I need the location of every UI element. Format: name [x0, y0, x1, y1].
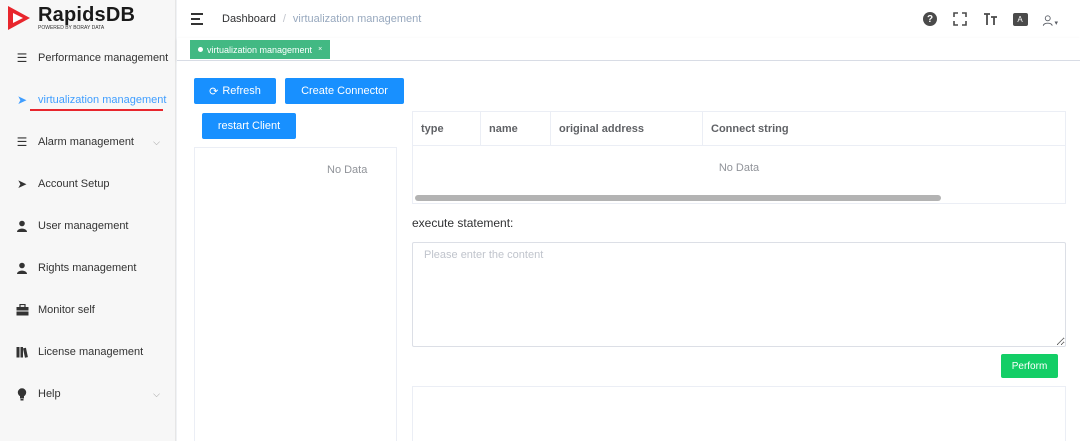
- font-size-icon[interactable]: [982, 11, 998, 27]
- sidebar-item-label: User management: [38, 220, 129, 232]
- sidebar-item-help[interactable]: Help ⌵: [0, 373, 176, 415]
- user-icon: [15, 219, 29, 233]
- sidebar-item-rights-management[interactable]: Rights management: [0, 247, 176, 289]
- create-connector-button[interactable]: Create Connector: [285, 78, 404, 104]
- create-connector-button-label: Create Connector: [301, 85, 388, 97]
- column-header-type[interactable]: type: [413, 112, 481, 146]
- chevron-down-icon: ⌵: [153, 136, 160, 147]
- restart-client-button[interactable]: restart Client: [202, 113, 296, 139]
- result-output-panel: [412, 386, 1066, 441]
- refresh-icon: ⟳: [209, 85, 219, 98]
- statement-textarea[interactable]: [412, 242, 1066, 347]
- sidebar-item-virtualization-management[interactable]: ➤ virtualization management: [0, 79, 176, 121]
- table-empty-text: No Data: [718, 162, 760, 174]
- hamburger-icon[interactable]: [191, 13, 205, 25]
- send-icon: ➤: [16, 177, 28, 191]
- sidebar-item-label: Help: [38, 388, 61, 400]
- breadcrumb-home[interactable]: Dashboard: [222, 13, 276, 25]
- sidebar-item-user-management[interactable]: User management: [0, 205, 176, 247]
- main-content: ⟳ Refresh Create Connector restart Clien…: [177, 61, 1080, 441]
- sidebar-item-label: License management: [38, 346, 144, 358]
- sidebar-item-label: Rights management: [38, 262, 137, 274]
- sidebar-item-performance-management[interactable]: ☰ Performance management: [0, 37, 176, 79]
- logo-name: RapidsDB: [38, 4, 136, 26]
- sidebar-item-license-management[interactable]: License management: [0, 331, 176, 373]
- breadcrumb-separator: /: [282, 13, 286, 25]
- column-header-connect-string[interactable]: Connect string: [703, 112, 1065, 146]
- list-icon: ☰: [16, 135, 28, 149]
- chevron-down-icon: ⌵: [153, 388, 160, 399]
- caret-down-icon: ▾: [1054, 20, 1058, 27]
- tag-virtualization-management[interactable]: virtualization management ×: [190, 40, 331, 59]
- header-icons: ? A ▾: [922, 0, 1058, 38]
- column-header-original-address[interactable]: original address: [551, 112, 703, 146]
- sidebar-item-monitor-self[interactable]: Monitor self: [0, 289, 176, 331]
- help-icon[interactable]: ?: [922, 11, 938, 27]
- connector-tree-panel: No Data: [194, 147, 397, 441]
- sidebar-item-label: Performance management: [38, 52, 169, 64]
- column-header-name[interactable]: name: [481, 112, 551, 146]
- send-icon: ➤: [16, 93, 28, 107]
- sidebar-item-alarm-management[interactable]: ☰ Alarm management ⌵: [0, 121, 176, 163]
- perform-button-label: Perform: [1011, 360, 1048, 372]
- rapidsdb-logo-icon: [8, 6, 30, 30]
- sidebar-item-account-setup[interactable]: ➤ Account Setup: [0, 163, 176, 205]
- sidebar-item-label: Account Setup: [38, 178, 110, 190]
- lightbulb-icon: [15, 387, 29, 401]
- fullscreen-icon[interactable]: [952, 11, 968, 27]
- top-navbar: Dashboard / virtualization management ? …: [177, 0, 1080, 38]
- user-icon: [15, 261, 29, 275]
- empty-text: No Data: [327, 164, 368, 176]
- horizontal-scrollbar[interactable]: [415, 195, 941, 201]
- tags-view: virtualization management ×: [177, 38, 1080, 61]
- execute-statement-label: execute statement:: [412, 216, 514, 230]
- sidebar-item-label: Alarm management: [38, 136, 134, 148]
- sidebar-item-label: Monitor self: [38, 304, 95, 316]
- user-avatar-icon[interactable]: ▾: [1042, 11, 1058, 27]
- language-icon[interactable]: A: [1012, 11, 1028, 27]
- breadcrumb: Dashboard / virtualization management: [222, 13, 421, 25]
- perform-button[interactable]: Perform: [1001, 354, 1058, 378]
- restart-client-button-label: restart Client: [217, 120, 281, 132]
- connector-table: type name original address Connect strin…: [412, 111, 1066, 204]
- tag-label: virtualization management: [207, 44, 313, 55]
- refresh-button-label: Refresh: [222, 85, 261, 97]
- refresh-button[interactable]: ⟳ Refresh: [194, 78, 276, 104]
- sidebar: RapidsDB POWERED BY BORAY DATA ☰ Perform…: [0, 0, 176, 441]
- briefcase-icon: [15, 303, 29, 317]
- logo[interactable]: RapidsDB POWERED BY BORAY DATA: [0, 0, 175, 36]
- logo-subtitle: POWERED BY BORAY DATA: [38, 25, 105, 31]
- list-icon: ☰: [16, 51, 28, 65]
- books-icon: [15, 345, 29, 359]
- table-header: type name original address Connect strin…: [413, 112, 1065, 146]
- active-dot-icon: [198, 47, 203, 52]
- sidebar-item-label: virtualization management: [38, 94, 167, 106]
- active-underline: [30, 109, 163, 111]
- breadcrumb-current: virtualization management: [292, 13, 422, 25]
- close-icon[interactable]: ×: [318, 46, 322, 53]
